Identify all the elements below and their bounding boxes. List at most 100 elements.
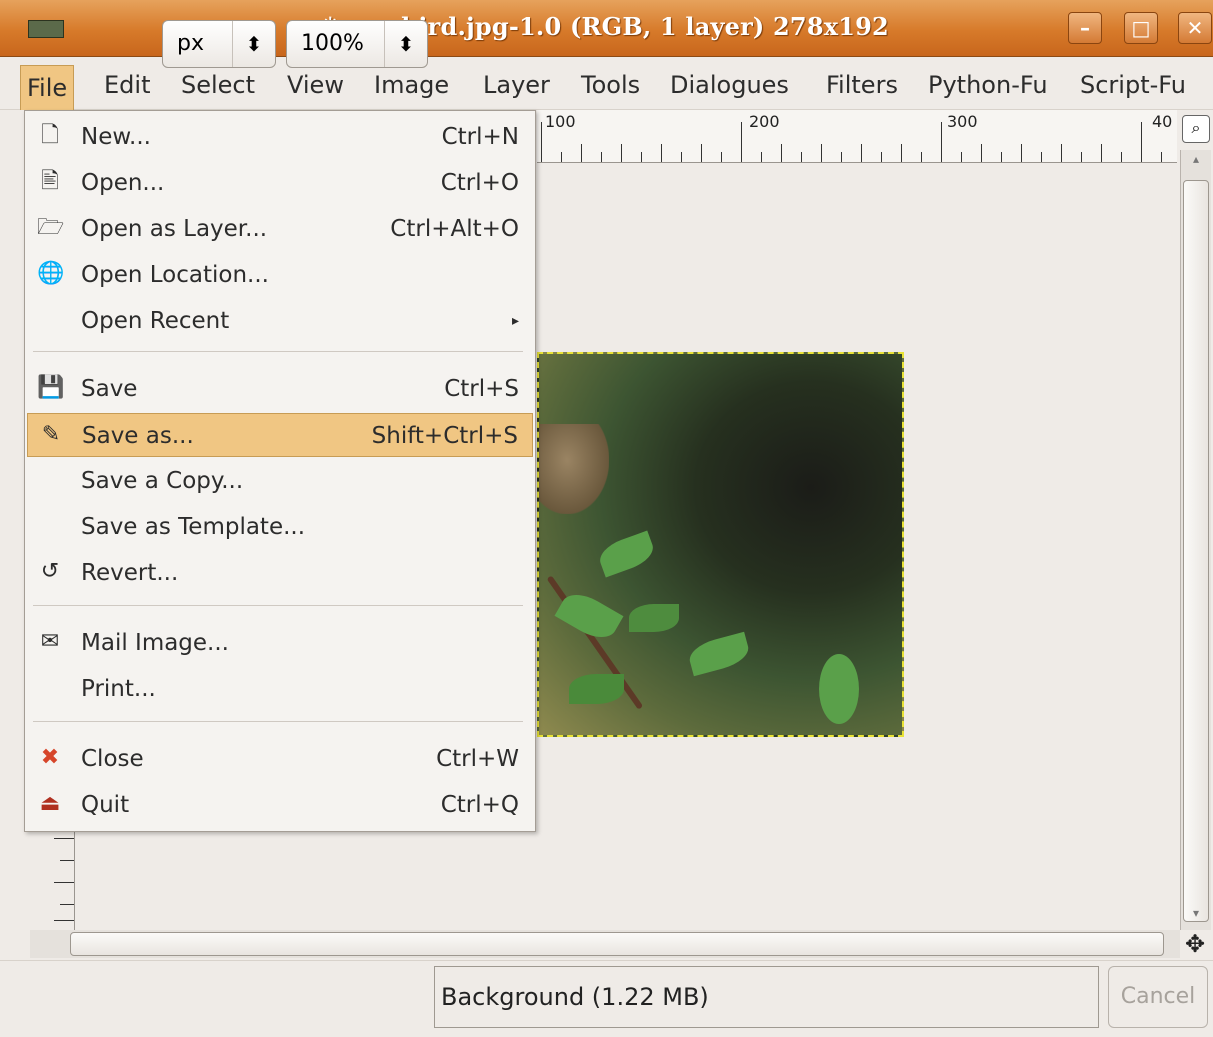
- ruler-tick: [841, 152, 842, 162]
- ruler-tick: [681, 152, 682, 162]
- menu-dialogues[interactable]: Dialogues: [670, 69, 789, 101]
- menu-item-open-recent[interactable]: Open Recent ▸: [27, 299, 533, 343]
- maximize-button[interactable]: □: [1124, 12, 1158, 44]
- menu-view[interactable]: View: [287, 69, 344, 101]
- menu-item-label: Open...: [81, 170, 165, 196]
- menu-item-new[interactable]: 🗋 New... Ctrl+N: [27, 115, 533, 159]
- scroll-down-icon[interactable]: ▾: [1185, 906, 1207, 928]
- unit-select[interactable]: px ⬍: [162, 20, 276, 68]
- menu-image[interactable]: Image: [374, 69, 449, 101]
- zoom-icon[interactable]: ⌕: [1182, 115, 1210, 143]
- unit-value: px: [177, 31, 204, 56]
- canvas-image[interactable]: [537, 352, 904, 737]
- menu-item-shortcut: Ctrl+N: [441, 124, 519, 150]
- menu-tools[interactable]: Tools: [581, 69, 640, 101]
- ruler-tick: [581, 144, 582, 162]
- zoom-select[interactable]: 100% ⬍: [286, 20, 428, 68]
- menu-item-save-a-copy[interactable]: Save a Copy...: [27, 459, 533, 503]
- mail-icon: ✉: [40, 629, 60, 654]
- ruler-label: 300: [947, 112, 978, 131]
- new-file-icon: 🗋: [41, 123, 59, 148]
- menu-item-label: Close: [81, 746, 144, 772]
- ruler-tick: [941, 122, 942, 162]
- zoom-spinner-icon[interactable]: ⬍: [384, 21, 427, 67]
- menu-item-revert[interactable]: ↺ Revert...: [27, 551, 533, 595]
- vertical-ruler[interactable]: [40, 830, 75, 930]
- menu-filters[interactable]: Filters: [826, 69, 898, 101]
- menu-item-quit[interactable]: ⏏ Quit Ctrl+Q: [27, 783, 533, 827]
- close-doc-icon: ✖: [40, 745, 60, 770]
- file-menu: 🗋 New... Ctrl+N 🖹 Open... Ctrl+O 🗁 Open …: [24, 110, 536, 832]
- unit-spinner-icon[interactable]: ⬍: [232, 21, 275, 67]
- ruler-tick: [1041, 152, 1042, 162]
- save-icon: 💾: [37, 375, 65, 400]
- menu-item-save-as[interactable]: ✎ Save as... Shift+Ctrl+S: [27, 413, 533, 457]
- ruler-tick: [1081, 152, 1082, 162]
- close-window-button[interactable]: ✕: [1178, 12, 1212, 44]
- ruler-tick: [1161, 152, 1162, 162]
- menu-item-open-as-layer[interactable]: 🗁 Open as Layer... Ctrl+Alt+O: [27, 207, 533, 251]
- menu-item-save[interactable]: 💾 Save Ctrl+S: [27, 367, 533, 411]
- ruler-tick: [1121, 152, 1122, 162]
- ruler-tick: [701, 144, 702, 162]
- menu-item-print[interactable]: Print...: [27, 667, 533, 711]
- menu-item-open-location[interactable]: 🌐 Open Location...: [27, 253, 533, 297]
- scroll-up-icon[interactable]: ▴: [1185, 152, 1207, 174]
- menu-python-fu[interactable]: Python-Fu: [928, 69, 1048, 101]
- ruler-tick: [921, 152, 922, 162]
- horizontal-ruler[interactable]: 100 200 300 40: [537, 110, 1177, 163]
- menu-item-shortcut: Ctrl+O: [440, 170, 519, 196]
- ruler-tick: [1141, 122, 1142, 162]
- menu-item-mail-image[interactable]: ✉ Mail Image...: [27, 621, 533, 665]
- submenu-arrow-icon: ▸: [511, 313, 519, 329]
- menu-item-shortcut: Ctrl+Alt+O: [390, 216, 519, 242]
- ruler-tick: [641, 152, 642, 162]
- menu-item-label: Save: [81, 376, 138, 402]
- menu-item-shortcut: Shift+Ctrl+S: [371, 423, 518, 449]
- navigate-icon[interactable]: ✥: [1180, 930, 1210, 958]
- ruler-tick: [781, 144, 782, 162]
- vertical-scroll-thumb[interactable]: [1183, 180, 1209, 922]
- menu-separator: [33, 605, 523, 606]
- menu-item-save-as-template[interactable]: Save as Template...: [27, 505, 533, 549]
- menu-item-close[interactable]: ✖ Close Ctrl+W: [27, 737, 533, 781]
- menu-item-label: Open Location...: [81, 262, 269, 288]
- minimize-button[interactable]: –: [1068, 12, 1102, 44]
- menu-item-label: Open Recent: [81, 308, 230, 334]
- menu-item-shortcut: Ctrl+W: [436, 746, 519, 772]
- menu-script-fu[interactable]: Script-Fu: [1080, 69, 1186, 101]
- vertical-scrollbar[interactable]: ▴ ▾: [1180, 150, 1211, 930]
- menu-edit[interactable]: Edit: [104, 69, 150, 101]
- quit-icon: ⏏: [39, 791, 61, 816]
- menu-item-label: Save as...: [82, 423, 194, 449]
- horizontal-scrollbar[interactable]: [30, 930, 1180, 958]
- ruler-tick: [961, 152, 962, 162]
- menu-item-label: Mail Image...: [81, 630, 229, 656]
- menu-item-open[interactable]: 🖹 Open... Ctrl+O: [27, 161, 533, 205]
- open-as-layer-icon: 🗁: [37, 215, 65, 240]
- ruler-tick: [621, 144, 622, 162]
- menu-item-label: Quit: [81, 792, 130, 818]
- globe-icon: 🌐: [37, 261, 65, 286]
- menu-item-label: Print...: [81, 676, 156, 702]
- ruler-tick: [1021, 144, 1022, 162]
- ruler-tick: [601, 152, 602, 162]
- menu-item-label: Open as Layer...: [81, 216, 268, 242]
- ruler-label: 100: [545, 112, 576, 131]
- menu-file[interactable]: File: [20, 65, 75, 110]
- ruler-tick: [901, 144, 902, 162]
- ruler-tick: [801, 152, 802, 162]
- menu-item-label: Save as Template...: [81, 514, 306, 540]
- ruler-tick: [761, 152, 762, 162]
- menu-separator: [33, 351, 523, 352]
- ruler-tick: [541, 122, 542, 162]
- ruler-tick: [821, 144, 822, 162]
- cancel-button[interactable]: Cancel: [1108, 966, 1208, 1028]
- open-icon: 🖹: [41, 169, 59, 194]
- horizontal-scroll-thumb[interactable]: [70, 932, 1164, 956]
- menu-separator: [33, 721, 523, 722]
- menu-layer[interactable]: Layer: [483, 69, 550, 101]
- menu-select[interactable]: Select: [181, 69, 255, 101]
- revert-icon: ↺: [40, 559, 60, 584]
- menu-item-label: Save a Copy...: [81, 468, 244, 494]
